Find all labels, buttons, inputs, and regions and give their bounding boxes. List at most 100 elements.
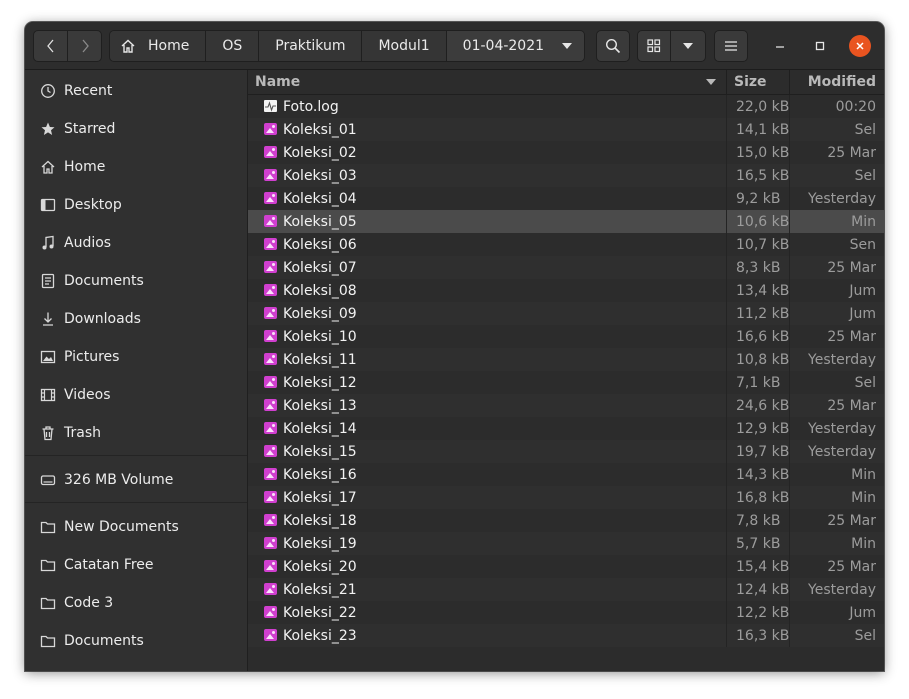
caret-down-icon — [562, 43, 573, 49]
column-divider — [726, 141, 727, 164]
column-divider — [726, 555, 727, 578]
close-icon — [856, 42, 864, 50]
grid-view-button[interactable] — [637, 30, 671, 62]
sidebar-item-code-3[interactable]: Code 3 — [25, 586, 247, 620]
view-options-button[interactable] — [670, 30, 706, 62]
file-size: 14,1 kB — [736, 121, 790, 138]
sidebar-item-starred[interactable]: Starred — [25, 112, 247, 146]
forward-button[interactable] — [67, 30, 102, 62]
file-size: 16,3 kB — [736, 627, 790, 644]
file-row[interactable]: Koleksi_09 11,2 kB Jum — [248, 302, 884, 325]
sidebar-item-home[interactable]: Home — [25, 150, 247, 184]
image-file-icon — [264, 192, 277, 204]
crumb-modul1[interactable]: Modul1 — [362, 31, 447, 61]
file-name: Koleksi_18 — [283, 512, 357, 529]
file-row[interactable]: Koleksi_02 15,0 kB 25 Mar — [248, 141, 884, 164]
header-bar: Home OS Praktikum Modul1 01-04-2021 — [25, 22, 884, 70]
file-row[interactable]: Koleksi_21 12,4 kB Yesterday — [248, 578, 884, 601]
file-row[interactable]: Koleksi_13 24,6 kB 25 Mar — [248, 394, 884, 417]
file-row[interactable]: Koleksi_11 10,8 kB Yesterday — [248, 348, 884, 371]
sidebar-item-label: Catatan Free — [64, 557, 154, 573]
sidebar: Recent Starred Home Desktop Audios Docum… — [25, 70, 248, 671]
file-row[interactable]: Koleksi_01 14,1 kB Sel — [248, 118, 884, 141]
file-modified: Sen — [849, 236, 876, 253]
crumb-praktikum[interactable]: Praktikum — [259, 31, 363, 61]
file-size: 19,7 kB — [736, 443, 790, 460]
sidebar-item-pictures[interactable]: Pictures — [25, 340, 247, 374]
maximize-button[interactable] — [809, 35, 831, 57]
crumb-os[interactable]: OS — [206, 31, 260, 61]
sidebar-item-volume[interactable]: 326 MB Volume — [25, 463, 247, 497]
crumb-home[interactable]: Home — [110, 31, 207, 61]
minimize-button[interactable] — [769, 35, 791, 57]
image-file-icon — [264, 399, 277, 411]
file-size: 15,4 kB — [736, 558, 790, 575]
search-button[interactable] — [596, 30, 630, 62]
file-row[interactable]: Koleksi_04 9,2 kB Yesterday — [248, 187, 884, 210]
image-file-icon — [264, 284, 277, 296]
sidebar-item-recent[interactable]: Recent — [25, 74, 247, 108]
file-rows: Foto.log 22,0 kB 00:20 Koleksi_01 14,1 kB Sel… — [248, 95, 884, 647]
close-button[interactable] — [849, 35, 871, 57]
file-row[interactable]: Koleksi_18 7,8 kB 25 Mar — [248, 509, 884, 532]
file-name: Koleksi_23 — [283, 627, 357, 644]
file-name: Koleksi_05 — [283, 213, 357, 230]
sidebar-item-label: Downloads — [64, 311, 141, 327]
column-header-name[interactable]: Name — [255, 70, 300, 94]
image-file-icon — [264, 514, 277, 526]
file-modified: Min — [851, 535, 876, 552]
file-row[interactable]: Koleksi_10 16,6 kB 25 Mar — [248, 325, 884, 348]
file-row[interactable]: Koleksi_12 7,1 kB Sel — [248, 371, 884, 394]
file-row[interactable]: Koleksi_07 8,3 kB 25 Mar — [248, 256, 884, 279]
main-menu-button[interactable] — [714, 30, 748, 62]
maximize-icon — [815, 41, 825, 51]
sidebar-item-videos[interactable]: Videos — [25, 378, 247, 412]
file-row[interactable]: Foto.log 22,0 kB 00:20 — [248, 95, 884, 118]
sidebar-item-audios[interactable]: Audios — [25, 226, 247, 260]
back-button[interactable] — [33, 30, 68, 62]
sidebar-item-catatan-free[interactable]: Catatan Free — [25, 548, 247, 582]
sidebar-item-new-documents[interactable]: New Documents — [25, 510, 247, 544]
file-row[interactable]: Koleksi_23 16,3 kB Sel — [248, 624, 884, 647]
file-size: 16,5 kB — [736, 167, 790, 184]
file-name: Koleksi_09 — [283, 305, 357, 322]
folder-icon — [40, 597, 56, 610]
home-icon — [41, 160, 55, 174]
sidebar-item-label: Home — [64, 159, 106, 175]
home-icon — [121, 39, 135, 53]
file-name: Koleksi_07 — [283, 259, 357, 276]
column-header-size[interactable]: Size — [734, 70, 767, 94]
file-name: Koleksi_02 — [283, 144, 357, 161]
path-bar: Home OS Praktikum Modul1 01-04-2021 — [109, 30, 586, 62]
file-row[interactable]: Koleksi_19 5,7 kB Min — [248, 532, 884, 555]
file-row[interactable]: Koleksi_14 12,9 kB Yesterday — [248, 417, 884, 440]
file-size: 9,2 kB — [736, 190, 781, 207]
text-file-icon — [264, 100, 277, 112]
sidebar-item-documents-bookmark[interactable]: Documents — [25, 624, 247, 658]
sort-descending-icon[interactable] — [706, 79, 716, 85]
sidebar-item-desktop[interactable]: Desktop — [25, 188, 247, 222]
file-row[interactable]: Koleksi_22 12,2 kB Jum — [248, 601, 884, 624]
file-row[interactable]: Koleksi_08 13,4 kB Jum — [248, 279, 884, 302]
sidebar-item-label: Videos — [64, 387, 111, 403]
column-header-modified[interactable]: Modified — [808, 70, 876, 94]
file-modified: Jum — [849, 305, 876, 322]
file-row[interactable]: Koleksi_03 16,5 kB Sel — [248, 164, 884, 187]
sidebar-item-label: Pictures — [64, 349, 120, 365]
file-row[interactable]: Koleksi_15 19,7 kB Yesterday — [248, 440, 884, 463]
column-divider — [726, 532, 727, 555]
crumb-current-folder[interactable]: 01-04-2021 — [446, 31, 585, 61]
file-row[interactable]: Koleksi_16 14,3 kB Min — [248, 463, 884, 486]
file-row[interactable]: Koleksi_06 10,7 kB Sen — [248, 233, 884, 256]
column-divider[interactable] — [726, 70, 727, 94]
sidebar-item-downloads[interactable]: Downloads — [25, 302, 247, 336]
file-modified: Min — [851, 489, 876, 506]
sidebar-item-documents[interactable]: Documents — [25, 264, 247, 298]
file-row[interactable]: Koleksi_20 15,4 kB 25 Mar — [248, 555, 884, 578]
sidebar-item-trash[interactable]: Trash — [25, 416, 247, 450]
minimize-icon — [776, 46, 784, 48]
file-size: 16,6 kB — [736, 328, 790, 345]
column-divider[interactable] — [789, 70, 790, 94]
file-row[interactable]: Koleksi_17 16,8 kB Min — [248, 486, 884, 509]
file-row[interactable]: Koleksi_05 10,6 kB Min — [248, 210, 884, 233]
